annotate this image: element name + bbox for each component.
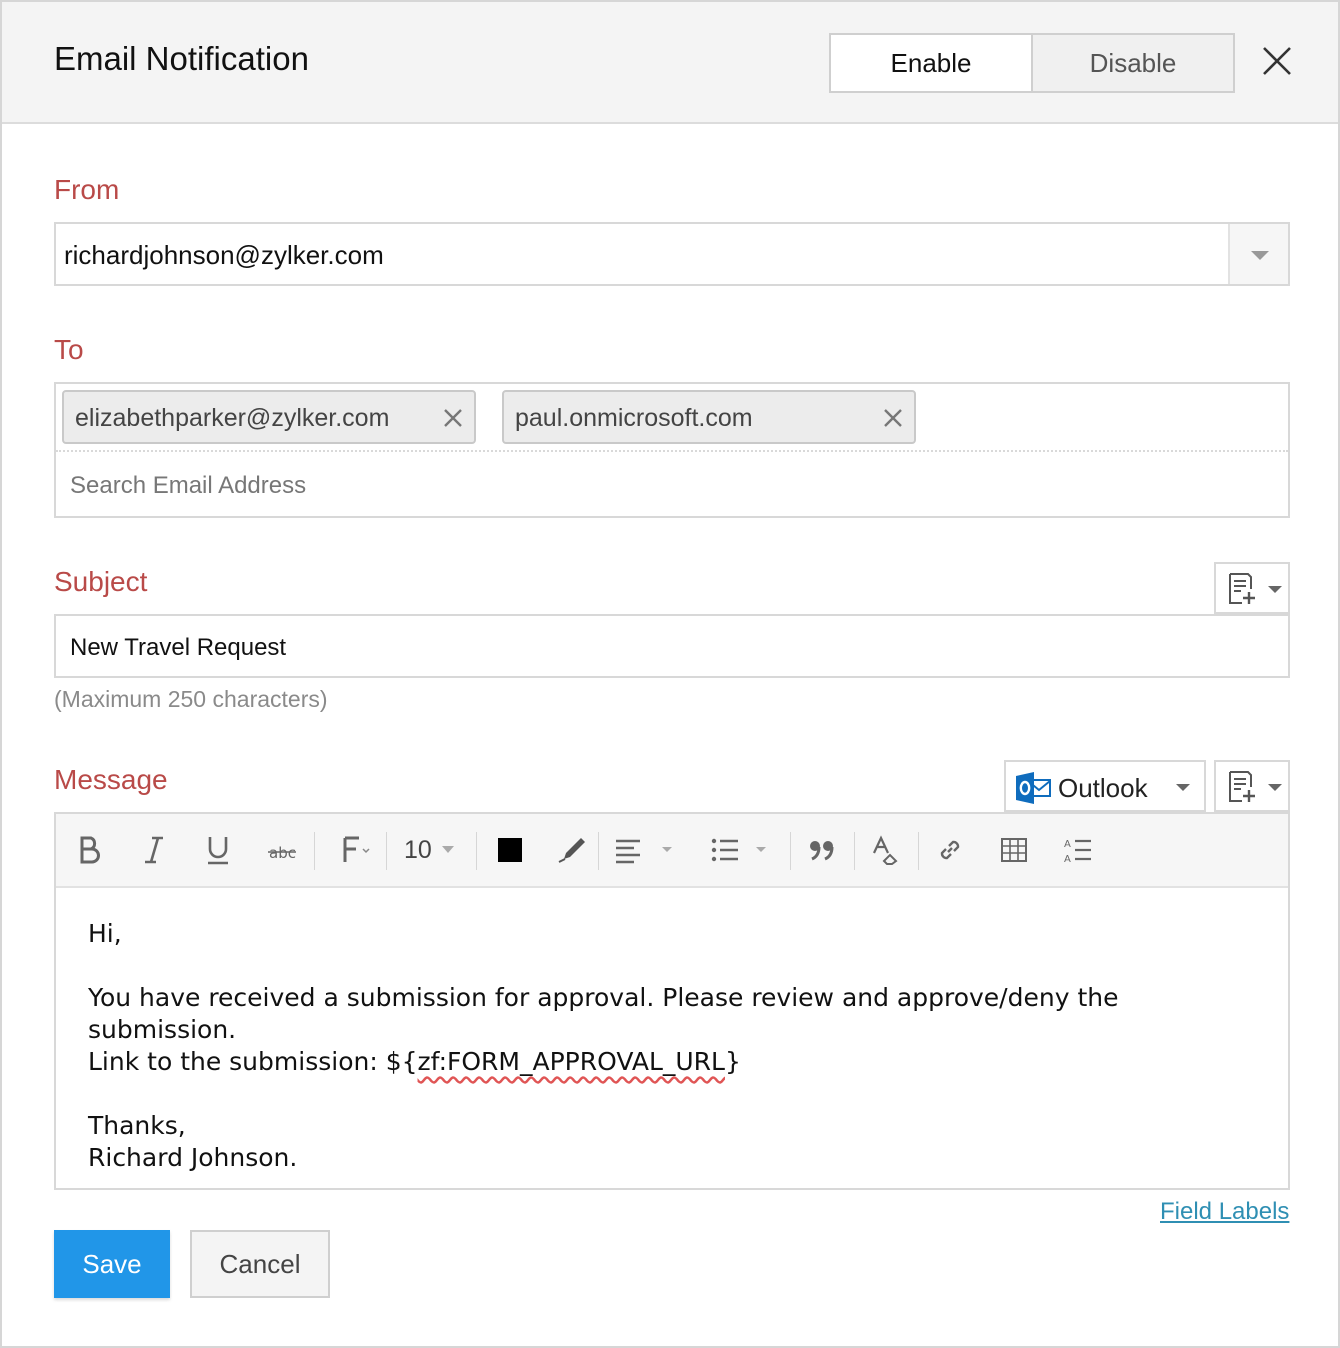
table-icon[interactable] <box>996 828 1032 872</box>
recipient-chip: elizabethparker@zylker.com <box>62 390 476 444</box>
align-icon[interactable] <box>612 828 678 872</box>
outlook-label: Outlook <box>1058 773 1148 803</box>
recipient-email: paul.onmicrosoft.com <box>515 404 753 432</box>
message-line-link: Link to the submission: ${zf:FORM_APPROV… <box>88 1047 741 1076</box>
dialog-title: Email Notification <box>54 40 309 77</box>
message-insert-field-button[interactable] <box>1214 760 1290 812</box>
remove-recipient-icon[interactable] <box>442 407 464 429</box>
bold-icon[interactable] <box>72 828 108 872</box>
outlook-template-select[interactable]: Outlook <box>1004 760 1206 812</box>
highlight-icon[interactable] <box>554 828 590 872</box>
subject-insert-field-button[interactable] <box>1214 562 1290 614</box>
remove-recipient-icon[interactable] <box>882 407 904 429</box>
from-select[interactable]: richardjohnson@zylker.com <box>54 222 1290 286</box>
message-line: Thanks, <box>88 1111 186 1140</box>
font-size-value[interactable]: 10 <box>404 836 432 865</box>
underline-icon[interactable] <box>200 828 236 872</box>
chevron-down-icon <box>1268 586 1282 593</box>
chevron-down-icon <box>1251 251 1269 260</box>
svg-text:A: A <box>1064 839 1071 850</box>
subject-hint: (Maximum 250 characters) <box>54 686 328 712</box>
from-label: From <box>54 174 120 205</box>
subject-value: New Travel Request <box>70 634 287 661</box>
disable-button[interactable]: Disable <box>1033 35 1233 91</box>
search-email-input[interactable] <box>70 468 670 504</box>
subject-label: Subject <box>54 566 148 597</box>
outlook-icon <box>1016 772 1051 804</box>
font-family-icon[interactable] <box>336 828 376 872</box>
to-recipients-field[interactable]: elizabethparker@zylker.com paul.onmicros… <box>54 382 1290 518</box>
font-size-chevron-icon[interactable] <box>438 828 458 872</box>
subject-input[interactable]: New Travel Request <box>54 614 1290 678</box>
editor-toolbar: abc 10 A A <box>56 814 1288 888</box>
from-value: richardjohnson@zylker.com <box>64 240 384 270</box>
strikethrough-icon[interactable]: abc <box>264 828 300 872</box>
message-line: You have received a submission for appro… <box>88 983 1127 1044</box>
list-icon[interactable] <box>708 828 774 872</box>
clear-format-icon[interactable] <box>868 828 904 872</box>
message-body[interactable]: Hi, You have received a submission for a… <box>88 918 1258 1174</box>
enable-disable-toggle: Enable Disable <box>829 33 1235 93</box>
field-labels-link[interactable]: Field Labels <box>1160 1198 1289 1226</box>
message-line <box>88 1078 1258 1110</box>
from-dropdown-toggle[interactable] <box>1228 224 1288 284</box>
line-spacing-icon[interactable]: AA <box>1060 828 1096 872</box>
insert-field-icon <box>1229 573 1255 604</box>
spellcheck-token: zf:FORM_APPROVAL_URL <box>417 1047 725 1076</box>
svg-text:abc: abc <box>269 844 296 862</box>
italic-icon[interactable] <box>136 828 172 872</box>
link-icon[interactable] <box>932 828 968 872</box>
to-label: To <box>54 334 84 365</box>
email-notification-dialog: Email Notification Enable Disable From r… <box>0 0 1340 1348</box>
message-label: Message <box>54 764 168 795</box>
enable-button[interactable]: Enable <box>831 35 1033 91</box>
message-line <box>88 950 1258 982</box>
to-divider <box>56 450 1288 452</box>
chevron-down-icon <box>1268 784 1282 791</box>
svg-text:A: A <box>1064 854 1071 865</box>
message-line: Hi, <box>88 919 122 948</box>
quote-icon[interactable] <box>804 828 840 872</box>
close-icon[interactable] <box>1260 44 1294 78</box>
recipient-email: elizabethparker@zylker.com <box>75 404 390 432</box>
dialog-header: Email Notification Enable Disable <box>2 2 1338 124</box>
recipient-chip: paul.onmicrosoft.com <box>502 390 916 444</box>
message-line: Richard Johnson. <box>88 1143 298 1172</box>
text-color-icon[interactable] <box>494 828 526 872</box>
insert-field-icon <box>1229 771 1255 802</box>
save-button[interactable]: Save <box>54 1230 170 1298</box>
cancel-button[interactable]: Cancel <box>190 1230 330 1298</box>
chevron-down-icon <box>1176 784 1190 791</box>
message-editor: abc 10 A A Hi, You have received a submi… <box>54 812 1290 1190</box>
